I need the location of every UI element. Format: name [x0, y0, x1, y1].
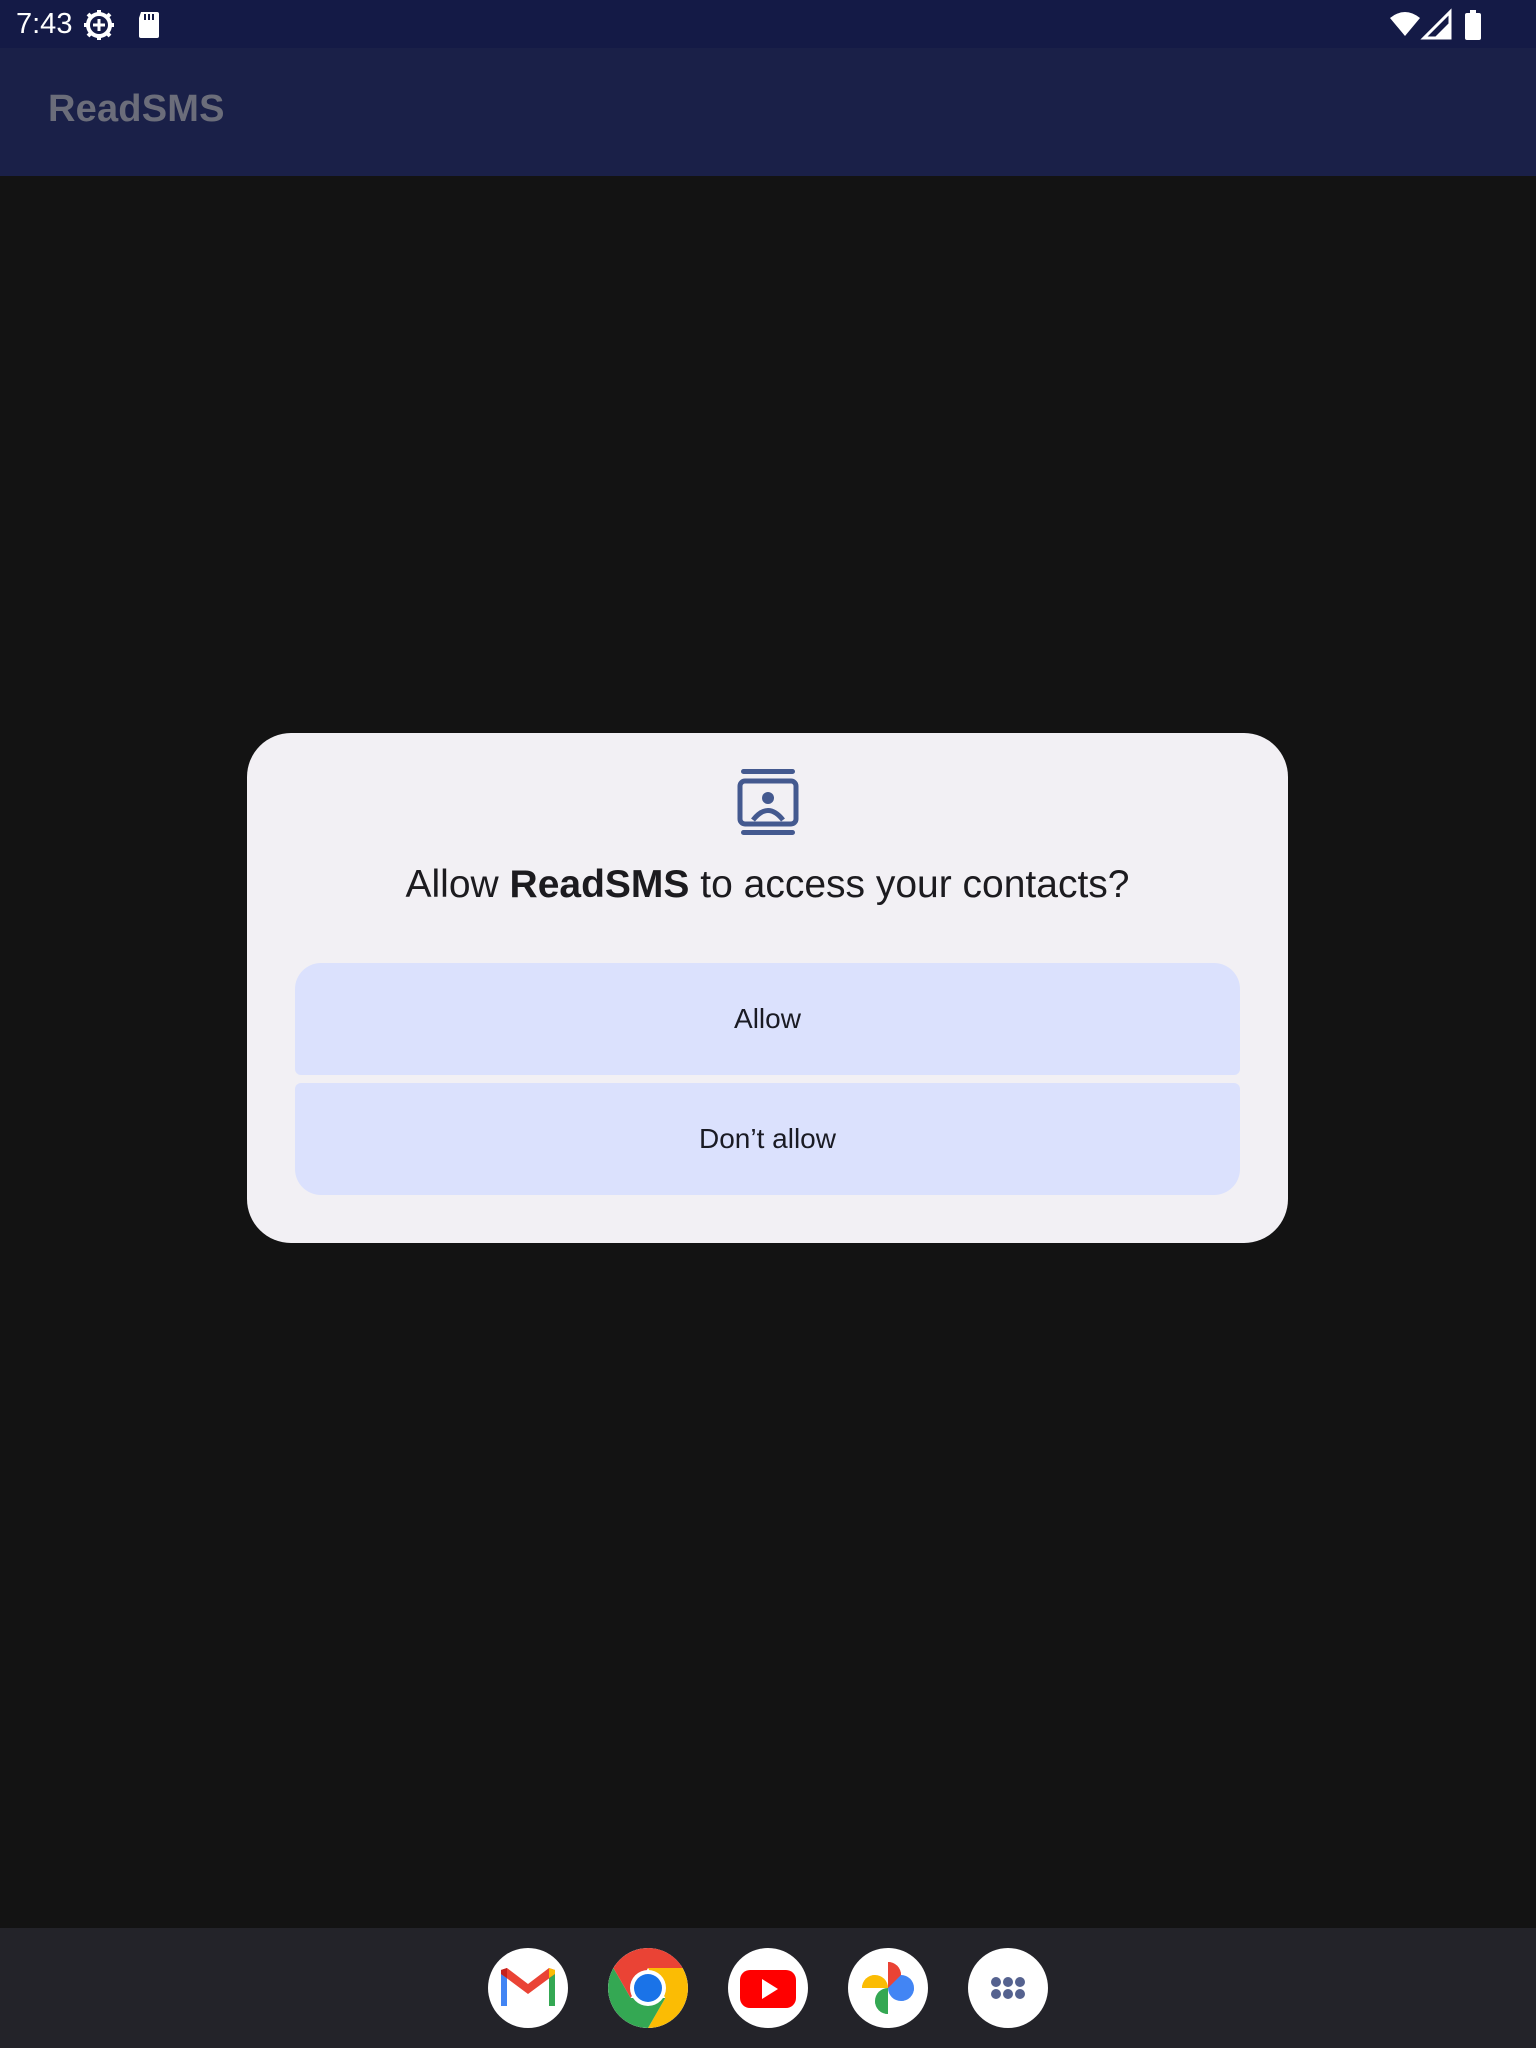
dialog-title-prefix: Allow [405, 863, 510, 906]
status-time: 7:43 [16, 8, 73, 40]
battery-icon [1456, 8, 1490, 42]
permission-dialog: Allow ReadSMS to access your contacts? A… [247, 733, 1288, 1243]
dock [0, 1928, 1536, 2048]
wifi-icon [1388, 8, 1422, 42]
photos-icon[interactable] [848, 1948, 928, 2028]
app-title: ReadSMS [48, 88, 225, 130]
app-drawer-icon[interactable] [968, 1948, 1048, 2028]
dont-allow-button[interactable]: Don’t allow [295, 1083, 1240, 1195]
settings-gear-icon [82, 8, 116, 42]
status-bar: 7:43 [0, 0, 1536, 48]
app-bar: ReadSMS [0, 48, 1536, 176]
youtube-icon[interactable] [728, 1948, 808, 2028]
dialog-title-app-name: ReadSMS [509, 863, 690, 906]
dialog-title: Allow ReadSMS to access your contacts? [247, 861, 1288, 909]
cellular-signal-icon [1420, 8, 1454, 42]
chrome-icon[interactable] [608, 1948, 688, 2028]
gmail-icon[interactable] [488, 1948, 568, 2028]
contacts-icon [737, 769, 799, 835]
sd-card-icon [132, 8, 166, 42]
allow-button[interactable]: Allow [295, 963, 1240, 1075]
dialog-title-suffix: to access your contacts? [689, 863, 1130, 906]
